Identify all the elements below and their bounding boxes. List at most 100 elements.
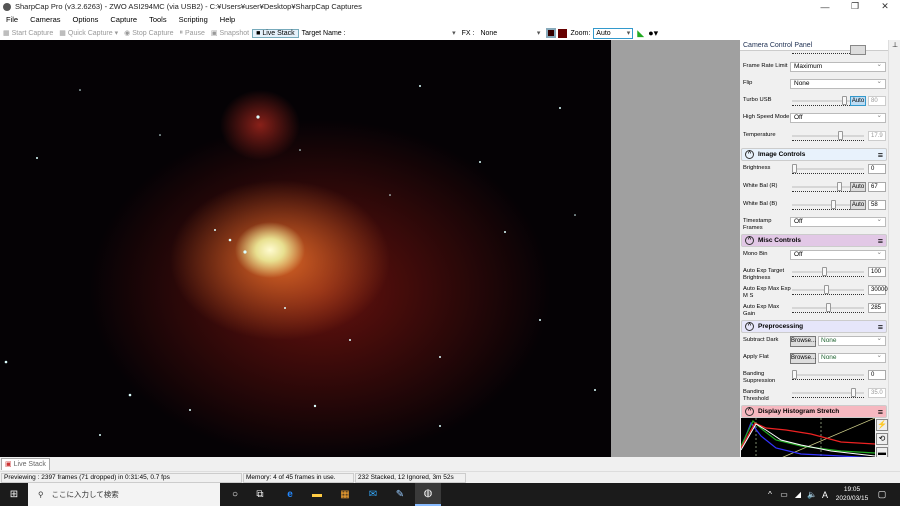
menu-icon[interactable]: ≡ bbox=[878, 236, 883, 246]
store-icon[interactable]: ▦ bbox=[335, 483, 355, 506]
apply-flat-select[interactable]: None bbox=[818, 352, 886, 363]
auto-exp-max-gain-value[interactable]: 285 bbox=[868, 303, 886, 313]
brightness-slider[interactable] bbox=[792, 164, 864, 173]
turbo-usb-value[interactable]: 80 bbox=[868, 96, 886, 106]
live-stack-tab[interactable]: ▣ Live Stack bbox=[1, 458, 50, 470]
collapse-icon[interactable]: ^ bbox=[745, 236, 754, 245]
windows-start-icon[interactable]: ⊞ bbox=[0, 483, 28, 506]
snapshot-button[interactable]: ▣ Snapshot bbox=[208, 29, 252, 38]
white-bal-b-auto-button[interactable]: Auto bbox=[850, 200, 866, 210]
menu-file[interactable]: File bbox=[0, 15, 24, 24]
preview-image[interactable] bbox=[0, 40, 611, 457]
menu-icon[interactable]: ≡ bbox=[878, 407, 883, 417]
preprocessing-header[interactable]: ^ Preprocessing ≡ bbox=[741, 320, 887, 333]
slider-thumb[interactable] bbox=[824, 285, 830, 294]
collapse-icon[interactable]: ^ bbox=[745, 150, 754, 159]
cortana-icon[interactable]: ○ bbox=[225, 483, 245, 506]
collapse-icon[interactable]: ^ bbox=[745, 407, 754, 416]
temperature-slider bbox=[792, 131, 864, 140]
histogram-chart[interactable] bbox=[741, 418, 875, 458]
image-controls-header[interactable]: ^ Image Controls ≡ bbox=[741, 148, 887, 161]
reticle-icon[interactable] bbox=[546, 28, 557, 38]
ime-indicator[interactable]: A bbox=[820, 483, 830, 506]
pin-icon[interactable]: ⊥ bbox=[892, 41, 898, 49]
clock[interactable]: 19:05 2020/03/15 bbox=[832, 485, 872, 503]
auto-exp-max-exp-value[interactable]: 30000 bbox=[868, 285, 888, 295]
slider-thumb[interactable] bbox=[822, 267, 828, 276]
menu-help[interactable]: Help bbox=[214, 15, 241, 24]
taskbar-search[interactable]: ⚲ ここに入力して検索 bbox=[28, 483, 220, 506]
white-bal-r-auto-button[interactable]: Auto bbox=[850, 182, 866, 192]
banding-suppression-slider[interactable] bbox=[792, 370, 864, 379]
slider-thumb[interactable] bbox=[842, 96, 848, 105]
apply-flat-browse-button[interactable]: Browse... bbox=[790, 353, 816, 364]
slider-thumb[interactable] bbox=[836, 182, 842, 191]
auto-exp-target-value[interactable]: 100 bbox=[868, 267, 886, 277]
close-button[interactable]: ✕ bbox=[870, 1, 900, 12]
slider-thumb[interactable] bbox=[825, 303, 831, 312]
turbo-usb-auto-button[interactable]: Auto bbox=[850, 96, 866, 106]
histogram-icon[interactable]: ◣ bbox=[637, 28, 644, 39]
zoom-select[interactable]: Auto bbox=[593, 27, 634, 39]
auto-exp-target-slider[interactable] bbox=[792, 267, 864, 276]
pause-button[interactable]: ⏸ Pause bbox=[177, 29, 208, 37]
gain-auto-button[interactable] bbox=[850, 45, 866, 55]
timestamp-frames-select[interactable]: Off bbox=[790, 216, 886, 227]
menu-icon[interactable]: ≡ bbox=[878, 150, 883, 160]
frame-rate-limit-select[interactable]: Maximum bbox=[790, 61, 886, 72]
brightness-value[interactable]: 0 bbox=[868, 164, 886, 174]
slider-thumb[interactable] bbox=[830, 200, 836, 209]
focus-icon[interactable] bbox=[558, 28, 568, 38]
menu-cameras[interactable]: Cameras bbox=[24, 15, 66, 24]
minimize-button[interactable]: — bbox=[810, 2, 840, 12]
auto-stretch-icon[interactable]: ⚡ bbox=[876, 419, 888, 431]
misc-controls-header[interactable]: ^ Misc Controls ≡ bbox=[741, 234, 887, 247]
wifi-icon[interactable]: ◢ bbox=[792, 483, 804, 506]
menu-tools[interactable]: Tools bbox=[143, 15, 173, 24]
subtract-dark-select[interactable]: None bbox=[818, 335, 886, 346]
subtract-dark-browse-button[interactable]: Browse... bbox=[790, 336, 816, 347]
target-name-input[interactable] bbox=[348, 27, 459, 39]
magnifier-icon[interactable]: ●▾ bbox=[648, 28, 658, 39]
window-title: SharpCap Pro (v3.2.6263) - ZWO ASI294MC … bbox=[15, 2, 362, 11]
file-explorer-icon[interactable]: ▬ bbox=[307, 483, 327, 506]
volume-icon[interactable]: 🔈 bbox=[806, 483, 818, 506]
stop-capture-button[interactable]: ◉ Stop Capture bbox=[121, 29, 176, 38]
fx-select[interactable]: None bbox=[477, 27, 544, 39]
high-speed-mode-label: High Speed Mode bbox=[743, 114, 790, 120]
live-stack-button[interactable]: ■ Live Stack bbox=[252, 28, 299, 38]
star bbox=[349, 339, 351, 341]
slider-thumb[interactable] bbox=[792, 370, 797, 379]
menu-scripting[interactable]: Scripting bbox=[173, 15, 214, 24]
menu-capture[interactable]: Capture bbox=[104, 15, 143, 24]
star bbox=[559, 107, 561, 109]
reset-icon[interactable]: ⟲ bbox=[876, 433, 888, 445]
quick-capture-button[interactable]: ▦ Quick Capture ▾ bbox=[56, 29, 121, 38]
flip-select[interactable]: None bbox=[790, 78, 886, 89]
mail-icon[interactable]: ✉ bbox=[363, 483, 383, 506]
white-bal-r-value[interactable]: 67 bbox=[868, 182, 886, 192]
panel-scrollbar[interactable]: ⊥ bbox=[888, 40, 900, 458]
banding-suppression-value[interactable]: 0 bbox=[868, 370, 886, 380]
menu-icon[interactable]: ≡ bbox=[878, 322, 883, 332]
collapse-icon[interactable]: ^ bbox=[745, 322, 754, 331]
notifications-icon[interactable]: ▢ bbox=[874, 483, 890, 506]
chevron-up-icon[interactable]: ^ bbox=[765, 483, 775, 506]
paint-icon[interactable]: ✎ bbox=[390, 483, 410, 506]
maximize-button[interactable]: ❐ bbox=[840, 1, 870, 12]
histogram-stretch-header[interactable]: ^ Display Histogram Stretch ≡ bbox=[741, 405, 887, 418]
star bbox=[574, 214, 576, 216]
start-capture-button[interactable]: ▦ Start Capture bbox=[0, 29, 56, 38]
menu-options[interactable]: Options bbox=[67, 15, 105, 24]
white-bal-b-value[interactable]: 58 bbox=[868, 200, 886, 210]
network-icon[interactable]: ▭ bbox=[778, 483, 790, 506]
flip-label: Flip bbox=[743, 80, 753, 86]
auto-exp-max-exp-slider[interactable] bbox=[792, 285, 864, 294]
edge-icon[interactable]: e bbox=[280, 483, 300, 506]
auto-exp-max-gain-slider[interactable] bbox=[792, 303, 864, 312]
sharpcap-taskbar-icon[interactable]: ◍ bbox=[415, 483, 441, 506]
mono-bin-select[interactable]: Off bbox=[790, 249, 886, 260]
high-speed-mode-select[interactable]: Off bbox=[790, 112, 886, 123]
task-view-icon[interactable]: ⧉ bbox=[250, 483, 270, 506]
slider-thumb[interactable] bbox=[792, 164, 797, 173]
